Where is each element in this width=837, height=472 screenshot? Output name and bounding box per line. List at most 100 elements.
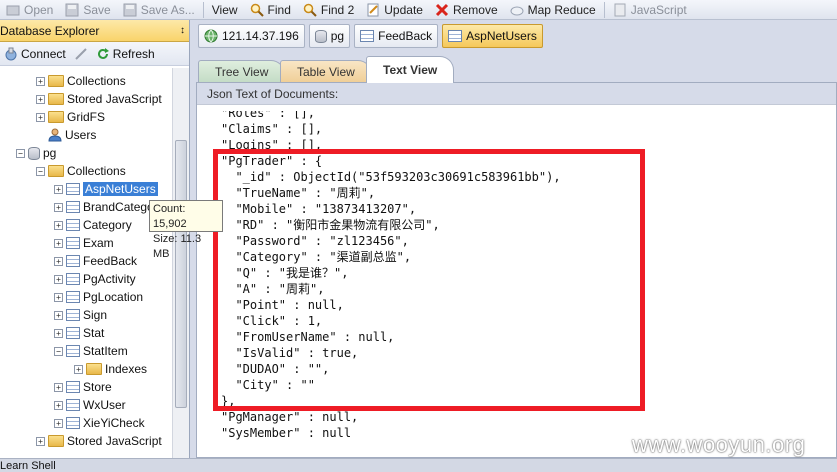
collection-stats-tooltip: Count: 15,902 Size: 11.3 MB — [149, 200, 223, 260]
expand-toggle[interactable]: + — [54, 184, 63, 194]
tree-node-aspnetusers[interactable]: + AspNetUsers — [54, 180, 158, 198]
expand-toggle[interactable]: + — [36, 436, 45, 446]
tree-node-stored-js[interactable]: + Stored JavaScript — [36, 432, 162, 450]
expand-toggle[interactable]: + — [54, 238, 63, 248]
tree-node-pglocation[interactable]: + PgLocation — [54, 288, 143, 306]
tree-scrollbar[interactable] — [172, 68, 189, 458]
table-icon — [66, 201, 80, 213]
tab-label: Text View — [383, 63, 438, 77]
tree-node-stored-js-top[interactable]: + Stored JavaScript — [36, 90, 162, 108]
expand-toggle[interactable]: + — [54, 256, 63, 266]
tab-label: Tree View — [215, 64, 269, 79]
expand-toggle[interactable]: + — [54, 328, 63, 338]
tree-node-label: Collections — [67, 74, 126, 88]
remove-button[interactable]: Remove — [429, 0, 504, 20]
folder-open-icon — [6, 5, 20, 15]
collapse-toggle[interactable]: − — [54, 346, 63, 356]
open-button[interactable]: Open — [0, 0, 59, 20]
tree-node-category[interactable]: + Category — [54, 216, 132, 234]
tree-node-label: Category — [83, 218, 132, 232]
open-label: Open — [24, 2, 54, 17]
map-reduce-button[interactable]: Map Reduce — [504, 0, 602, 20]
tree-node-users[interactable]: Users — [48, 126, 96, 144]
tree-node-wxuser[interactable]: + WxUser — [54, 396, 126, 414]
expand-toggle[interactable]: + — [74, 364, 83, 374]
floppy-disk-icon — [65, 3, 79, 16]
tree-node-label: Indexes — [105, 362, 148, 376]
document-area: 121.14.37.196 pg FeedBack AspNetUsers Tr… — [192, 20, 837, 458]
database-button[interactable]: pg — [308, 24, 351, 48]
tree-node-label: Sign — [83, 308, 108, 322]
json-text-line: "Claims" : [], — [221, 122, 323, 136]
tree-node-stat[interactable]: + Stat — [54, 324, 104, 342]
server-button[interactable]: 121.14.37.196 — [198, 24, 305, 48]
status-text: Learn Shell — [0, 459, 56, 472]
folder-icon — [48, 75, 64, 87]
expand-toggle[interactable]: + — [36, 112, 45, 122]
connect-button[interactable]: Connect — [0, 43, 70, 65]
find-button[interactable]: Find — [244, 0, 297, 20]
table-icon — [66, 183, 80, 195]
tab-table-view[interactable]: Table View — [280, 60, 372, 82]
tree-node-store[interactable]: + Store — [54, 378, 112, 396]
javascript-label: JavaScript — [630, 2, 687, 17]
save-as-button[interactable]: Save As... — [117, 0, 201, 20]
update-button[interactable]: Update — [360, 0, 429, 20]
expand-toggle[interactable]: + — [54, 418, 63, 428]
javascript-button[interactable]: JavaScript — [607, 0, 693, 20]
pin-icon[interactable]: ↕ — [180, 25, 185, 36]
tab-tree-view[interactable]: Tree View — [198, 60, 286, 82]
user-icon — [48, 128, 62, 142]
collection-aspnetusers-button[interactable]: AspNetUsers — [442, 24, 543, 48]
tree-node-collections-top[interactable]: + Collections — [36, 72, 126, 90]
find2-label: Find 2 — [320, 2, 355, 17]
expand-toggle[interactable]: + — [36, 76, 45, 86]
remove-label: Remove — [452, 2, 498, 17]
expand-toggle[interactable]: + — [54, 202, 63, 212]
view-tabs: Tree View Table View Text View — [196, 56, 837, 83]
update-label: Update — [384, 2, 423, 17]
tree-node-xieyicheck[interactable]: + XieYiCheck — [54, 414, 145, 432]
tree-node-statitem[interactable]: − StatItem — [54, 342, 128, 360]
collapse-toggle[interactable]: − — [36, 166, 45, 176]
tree-node-exam[interactable]: + Exam — [54, 234, 114, 252]
tree-node-brandcategory[interactable]: + BrandCategory — [54, 198, 164, 216]
database-icon — [28, 146, 40, 160]
collection-feedback-button[interactable]: FeedBack — [354, 24, 439, 48]
tree-node-gridfs[interactable]: + GridFS — [36, 108, 105, 126]
tree-node-indexes[interactable]: + Indexes — [74, 360, 147, 378]
table-icon — [66, 255, 80, 267]
tree-node-label: Stored JavaScript — [67, 434, 162, 448]
view-label: View — [211, 2, 238, 17]
disconnect-icon[interactable] — [74, 47, 88, 61]
expand-toggle[interactable]: + — [36, 94, 45, 104]
tree-node-label: WxUser — [83, 398, 126, 412]
floppy-disk-icon — [123, 3, 137, 16]
refresh-button[interactable]: Refresh — [92, 43, 159, 65]
expand-toggle[interactable]: + — [54, 400, 63, 410]
save-button[interactable]: Save — [59, 0, 116, 20]
tree-node-pgactivity[interactable]: + PgActivity — [54, 270, 136, 288]
expand-toggle[interactable]: + — [54, 220, 63, 230]
find-label: Find — [267, 2, 291, 17]
expand-toggle[interactable]: + — [54, 310, 63, 320]
tab-text-view[interactable]: Text View — [366, 56, 455, 83]
expand-toggle[interactable]: + — [54, 382, 63, 392]
tree-node-pg[interactable]: − pg — [16, 144, 56, 162]
folder-icon — [48, 111, 64, 123]
tree-node-collections[interactable]: − Collections — [36, 162, 126, 180]
expand-toggle[interactable]: + — [54, 274, 63, 284]
view-button[interactable]: View — [206, 0, 244, 20]
collapse-toggle[interactable]: − — [16, 148, 25, 158]
tree-node-label: pg — [43, 146, 57, 160]
database-tree: + Collections + Stored JavaScript + Grid… — [0, 68, 172, 458]
folder-icon — [48, 165, 64, 177]
watermark: www.wooyun.org — [632, 432, 806, 457]
expand-toggle[interactable]: + — [54, 292, 63, 302]
tree-node-feedback[interactable]: + FeedBack — [54, 252, 137, 270]
find2-button[interactable]: Find 2 — [297, 0, 360, 20]
server-label: 121.14.37.196 — [222, 29, 299, 43]
tree-node-sign[interactable]: + Sign — [54, 306, 107, 324]
tree-node-label: Users — [65, 128, 97, 142]
scrollbar-thumb[interactable] — [175, 140, 187, 408]
